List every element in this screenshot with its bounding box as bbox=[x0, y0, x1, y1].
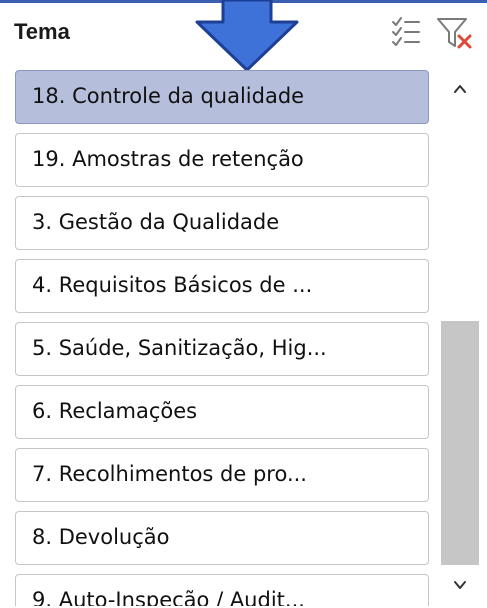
slicer-item-8-devolucao[interactable]: 8. Devolução bbox=[15, 511, 429, 565]
slicer-item-4-requisitos-basicos[interactable]: 4. Requisitos Básicos de ... bbox=[15, 259, 429, 313]
chevron-down-icon bbox=[454, 581, 466, 589]
scroll-up-button[interactable] bbox=[441, 70, 479, 108]
slicer-header: Tema bbox=[0, 0, 487, 72]
slicer-item-7-recolhimentos[interactable]: 7. Recolhimentos de pro... bbox=[15, 448, 429, 502]
slicer-title: Tema bbox=[14, 19, 70, 44]
slicer-item-18-controle-da-qualidade[interactable]: 18. Controle da qualidade bbox=[15, 70, 429, 124]
slicer-scrollbar[interactable] bbox=[441, 70, 479, 606]
slicer-item-9-auto-inspecao[interactable]: 9. Auto-Inspeção / Audit... bbox=[15, 574, 429, 606]
slicer-item-5-saude-sanitizacao[interactable]: 5. Saúde, Sanitização, Hig... bbox=[15, 322, 429, 376]
multi-select-icon[interactable] bbox=[385, 9, 431, 55]
slicer-item-19-amostras-de-retencao[interactable]: 19. Amostras de retenção bbox=[15, 133, 429, 187]
scroll-thumb[interactable] bbox=[441, 321, 479, 565]
down-arrow-icon bbox=[195, 0, 299, 72]
slicer-item-6-reclamacoes[interactable]: 6. Reclamações bbox=[15, 385, 429, 439]
clear-filter-icon[interactable] bbox=[432, 9, 478, 55]
scroll-track[interactable] bbox=[441, 108, 479, 566]
chevron-up-icon bbox=[454, 85, 466, 93]
slicer-item-list: 18. Controle da qualidade 19. Amostras d… bbox=[15, 70, 433, 606]
slicer-item-3-gestao-da-qualidade[interactable]: 3. Gestão da Qualidade bbox=[15, 196, 429, 250]
scroll-down-button[interactable] bbox=[441, 566, 479, 604]
